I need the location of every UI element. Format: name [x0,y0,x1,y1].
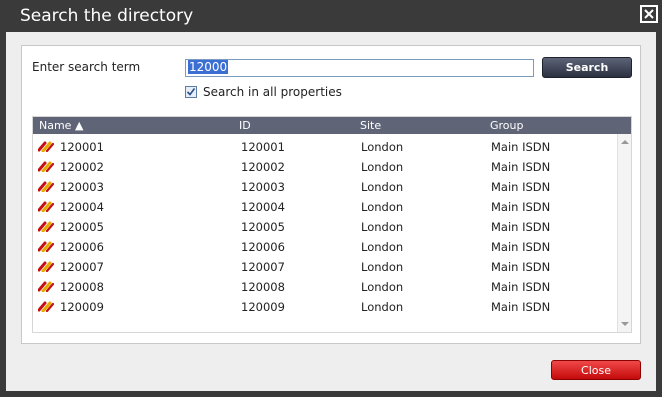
dialog-title: Search the directory [20,6,194,26]
table-header: Name ▲ ID Site Group [33,117,631,134]
search-term-label: Enter search term [32,60,141,74]
cell-site: London [361,220,404,234]
search-button[interactable]: Search [542,57,632,78]
table-scrollbar[interactable] [617,134,631,332]
dialog-body: Enter search term 12000 Search Search in… [6,32,656,391]
isdn-link-icon [38,301,54,312]
isdn-link-icon [38,261,54,272]
cell-name: 120004 [60,200,104,214]
cell-name: 120007 [60,260,104,274]
cell-group: Main ISDN [491,260,551,274]
title-bar: Search the directory [0,0,662,32]
column-header-group[interactable]: Group [490,119,524,132]
cell-id: 120009 [241,300,285,314]
cell-group: Main ISDN [491,240,551,254]
checkmark-icon [186,88,196,96]
cell-id: 120002 [241,160,285,174]
scroll-down-icon[interactable] [621,322,629,326]
cell-id: 120006 [241,240,285,254]
cell-site: London [361,140,404,154]
isdn-link-icon [38,181,54,192]
isdn-link-icon [38,241,54,252]
search-directory-dialog: Search the directory Enter search term 1… [0,0,662,397]
search-all-properties-checkbox[interactable] [185,86,197,98]
cell-id: 120001 [241,140,285,154]
isdn-link-icon [38,281,54,292]
search-all-properties-label: Search in all properties [203,85,342,99]
cell-group: Main ISDN [491,280,551,294]
isdn-link-icon [38,221,54,232]
isdn-link-icon [38,201,54,212]
scroll-up-icon[interactable] [621,140,629,144]
cell-site: London [361,180,404,194]
cell-id: 120008 [241,280,285,294]
cell-name: 120005 [60,220,104,234]
cell-name: 120008 [60,280,104,294]
cell-site: London [361,240,404,254]
cell-group: Main ISDN [491,300,551,314]
table-row[interactable]: 120002 120002 London Main ISDN [33,156,617,176]
column-header-id[interactable]: ID [239,119,251,132]
cell-name: 120009 [60,300,104,314]
cell-name: 120002 [60,160,104,174]
cell-name: 120006 [60,240,104,254]
close-button[interactable]: Close [551,360,641,380]
cell-group: Main ISDN [491,180,551,194]
isdn-link-icon [38,161,54,172]
search-input[interactable]: 12000 [185,59,534,77]
cell-group: Main ISDN [491,140,551,154]
cell-id: 120005 [241,220,285,234]
table-row[interactable]: 120009 120009 London Main ISDN [33,296,617,316]
cell-id: 120004 [241,200,285,214]
table-row[interactable]: 120003 120003 London Main ISDN [33,176,617,196]
close-icon[interactable] [640,5,658,23]
search-all-properties-option[interactable]: Search in all properties [185,85,342,99]
table-row[interactable]: 120005 120005 London Main ISDN [33,216,617,236]
table-row[interactable]: 120004 120004 London Main ISDN [33,196,617,216]
table-row[interactable]: 120007 120007 London Main ISDN [33,256,617,276]
cell-name: 120003 [60,180,104,194]
table-row[interactable]: 120008 120008 London Main ISDN [33,276,617,296]
search-panel: Enter search term 12000 Search Search in… [21,45,641,344]
results-table: Name ▲ ID Site Group 120001 120001 London M… [32,116,632,333]
cell-group: Main ISDN [491,200,551,214]
search-input-value: 12000 [188,60,229,74]
cell-site: London [361,160,404,174]
cell-group: Main ISDN [491,160,551,174]
cell-id: 120003 [241,180,285,194]
cell-name: 120001 [60,140,104,154]
cell-site: London [361,200,404,214]
table-row[interactable]: 120006 120006 London Main ISDN [33,236,617,256]
column-header-name[interactable]: Name ▲ [39,119,83,132]
table-row[interactable]: 120001 120001 London Main ISDN [33,136,617,156]
cell-site: London [361,280,404,294]
table-body: 120001 120001 London Main ISDN 120002 120002 L… [33,136,617,316]
cell-site: London [361,300,404,314]
column-header-site[interactable]: Site [360,119,381,132]
cell-group: Main ISDN [491,220,551,234]
isdn-link-icon [38,141,54,152]
cell-id: 120007 [241,260,285,274]
cell-site: London [361,260,404,274]
